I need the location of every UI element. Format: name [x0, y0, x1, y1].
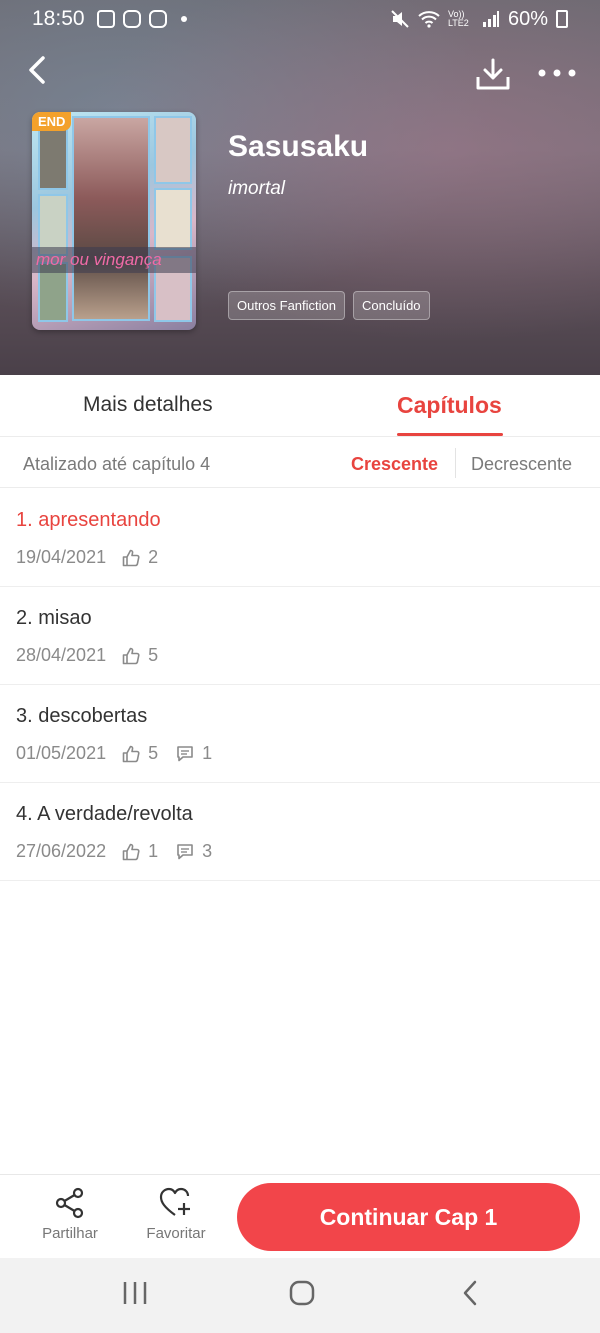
- active-tab-indicator: [397, 433, 503, 436]
- favorite-button[interactable]: Favoritar: [131, 1187, 221, 1242]
- book-header: 18:50 Vo)) LTE2 60% END mor ou vingança …: [0, 0, 600, 375]
- more-options-button[interactable]: [536, 58, 578, 88]
- status-bar: 18:50 Vo)) LTE2 60%: [0, 0, 600, 38]
- instagram-icon: [122, 10, 141, 28]
- chapter-title: 3. descobertas: [16, 705, 148, 727]
- end-badge: END: [32, 112, 72, 131]
- download-button[interactable]: [473, 54, 513, 94]
- sort-descending-button[interactable]: Decrescente: [471, 454, 572, 475]
- network-label: Vo)) LTE2: [447, 9, 469, 28]
- share-icon: [55, 1187, 84, 1219]
- tag-list: Outros Fanfiction Concluído: [228, 291, 430, 320]
- like-count: 1: [148, 841, 159, 861]
- thumbs-up-icon: [122, 843, 140, 860]
- chevron-left-icon: [463, 1280, 477, 1306]
- bottom-action-bar: Partilhar Favoritar Continuar Cap 1: [0, 1174, 600, 1258]
- chevron-left-icon: [29, 56, 45, 84]
- thumbs-up-icon: [122, 647, 140, 664]
- thumbs-up-icon: [122, 549, 140, 566]
- chapter-meta: 27/06/2022 1 3: [16, 841, 230, 862]
- chapter-meta: 19/04/2021 2: [16, 547, 176, 568]
- chapter-item[interactable]: 1. apresentando 19/04/2021 2: [0, 489, 600, 587]
- book-title: Sasusaku: [228, 130, 369, 163]
- chapter-title: 4. A verdade/revolta: [16, 803, 193, 825]
- status-time: 18:50: [32, 7, 85, 30]
- favorite-label: Favoritar: [146, 1225, 206, 1242]
- book-author[interactable]: imortal: [228, 178, 285, 200]
- book-cover[interactable]: END mor ou vingança: [32, 112, 196, 330]
- continue-reading-button[interactable]: Continuar Cap 1: [237, 1183, 580, 1251]
- gallery-icon: [96, 10, 115, 28]
- signal-icon: [482, 11, 499, 27]
- like-count: 5: [148, 645, 159, 665]
- sort-bar: Atalizado até capítulo 4 Crescente Decre…: [0, 438, 600, 488]
- system-back-button[interactable]: [461, 1280, 479, 1311]
- back-button[interactable]: [18, 52, 54, 88]
- tag-status[interactable]: Concluído: [353, 291, 430, 320]
- chapter-date: 01/05/2021: [16, 743, 107, 763]
- updated-info: Atalizado até capítulo 4: [23, 454, 211, 474]
- tab-chapters[interactable]: Capítulos: [397, 392, 502, 419]
- like-count: 5: [148, 743, 159, 763]
- wifi-icon: [418, 11, 440, 28]
- chapter-date: 28/04/2021: [16, 645, 107, 665]
- recent-apps-button[interactable]: [122, 1280, 148, 1311]
- battery-icon: [556, 10, 568, 28]
- chapter-meta: 28/04/2021 5: [16, 645, 176, 666]
- chapter-item[interactable]: 3. descobertas 01/05/2021 5 1: [0, 685, 600, 783]
- comment-count: 3: [202, 841, 213, 861]
- tab-details[interactable]: Mais detalhes: [83, 393, 213, 417]
- chapter-item[interactable]: 2. misao 28/04/2021 5: [0, 587, 600, 685]
- tab-bar: Mais detalhes Capítulos: [0, 375, 600, 437]
- comment-icon: [177, 843, 193, 859]
- recent-apps-icon: [123, 1282, 147, 1304]
- share-label: Partilhar: [42, 1225, 98, 1242]
- chapter-title: 1. apresentando: [16, 509, 161, 531]
- system-nav-bar: [0, 1258, 600, 1333]
- comment-count: 1: [202, 743, 213, 763]
- chapter-item[interactable]: 4. A verdade/revolta 27/06/2022 1 3: [0, 783, 600, 881]
- battery-percent: 60%: [507, 7, 548, 30]
- cover-title-band: mor ou vingança: [32, 247, 196, 273]
- chapter-meta: 01/05/2021 5 1: [16, 743, 230, 764]
- thumbs-up-icon: [122, 745, 140, 762]
- mute-icon: [391, 10, 409, 28]
- sort-ascending-button[interactable]: Crescente: [351, 454, 438, 475]
- home-button[interactable]: [289, 1280, 315, 1311]
- chapter-list: 1. apresentando 19/04/2021 2 2. misao 28…: [0, 489, 600, 881]
- chapter-title: 2. misao: [16, 607, 92, 629]
- heart-plus-icon: [159, 1187, 190, 1216]
- instagram-icon: [148, 10, 167, 28]
- home-icon: [289, 1280, 315, 1306]
- more-dots-icon: [538, 69, 576, 77]
- notification-dot-icon: [180, 16, 187, 22]
- share-button[interactable]: Partilhar: [25, 1187, 115, 1242]
- chapter-date: 27/06/2022: [16, 841, 107, 861]
- comment-icon: [177, 745, 193, 761]
- download-icon: [476, 58, 510, 90]
- like-count: 2: [148, 547, 159, 567]
- divider: [455, 448, 456, 478]
- tag-category[interactable]: Outros Fanfiction: [228, 291, 345, 320]
- chapter-date: 19/04/2021: [16, 547, 107, 567]
